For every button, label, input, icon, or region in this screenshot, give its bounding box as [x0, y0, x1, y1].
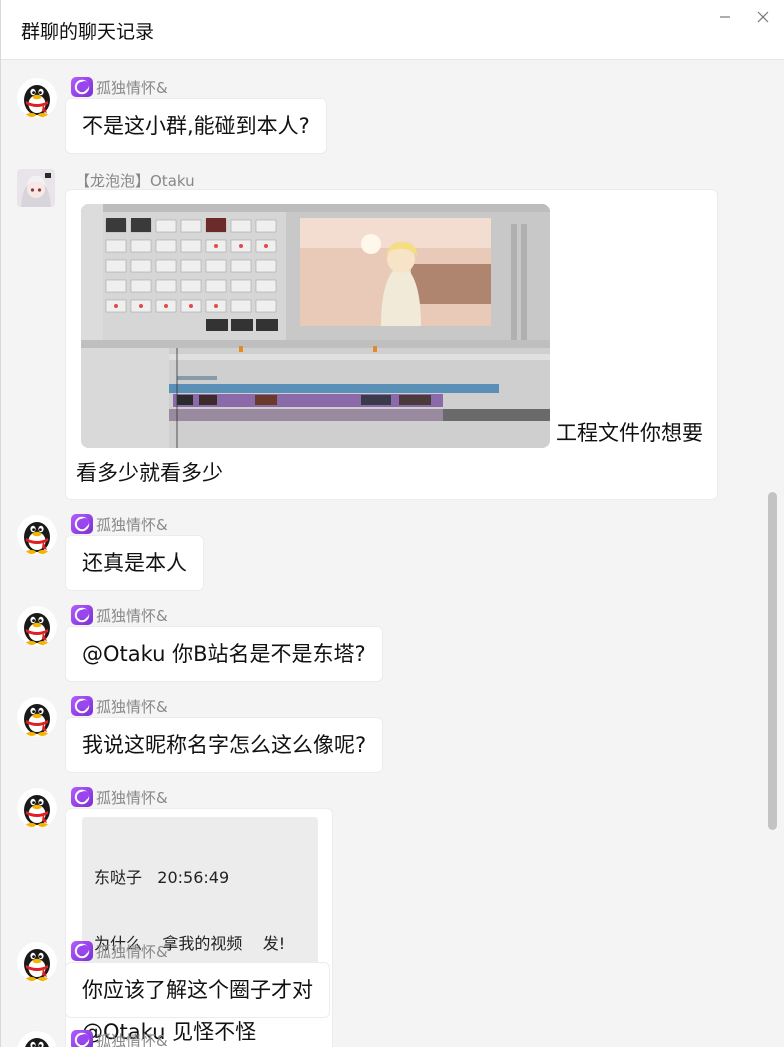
qq-penguin-avatar[interactable] [17, 942, 57, 982]
sender-name: 孤独情怀& [71, 786, 168, 808]
sender-label: 孤独情怀& [96, 788, 168, 807]
message-text-line2: 看多少就看多少 [76, 461, 223, 485]
close-icon[interactable] [751, 6, 775, 28]
qq-penguin-avatar[interactable] [17, 78, 57, 118]
qq-penguin-avatar[interactable] [17, 697, 57, 737]
sender-label: 孤独情怀& [96, 606, 168, 625]
sender-name: 孤独情怀& [71, 76, 168, 98]
minimize-icon[interactable] [713, 6, 737, 28]
sender-name: 孤独情怀& [71, 940, 168, 962]
qq-penguin-avatar[interactable] [17, 515, 57, 555]
member-badge-icon [71, 787, 93, 807]
scrollbar-thumb[interactable] [768, 492, 777, 830]
message-bubble: 还真是本人 [65, 535, 204, 591]
message-bubble: 我说这昵称名字怎么这么像呢? [65, 717, 384, 773]
sender-label: 孤独情怀& [96, 942, 168, 961]
member-badge-icon [71, 605, 93, 625]
window-title: 群聊的聊天记录 [21, 21, 155, 43]
member-badge-icon [71, 77, 93, 97]
member-badge-icon [71, 941, 93, 961]
sender-label: 孤独情怀& [96, 697, 168, 716]
member-badge-icon [71, 696, 93, 716]
sender-label: 【龙泡泡】Otaku [75, 171, 195, 190]
message-bubble: 工程文件你想要 看多少就看多少 [65, 189, 718, 500]
message-text-inline: 工程文件你想要 [556, 421, 703, 445]
sender-label: 孤独情怀& [96, 1031, 168, 1047]
sender-name: 【龙泡泡】Otaku [75, 169, 195, 191]
message-bubble: 你应该了解这个圈子才对 [65, 962, 330, 1018]
sender-name: 孤独情怀& [71, 513, 168, 535]
message-bubble: 不是这小群,能碰到本人? [65, 98, 327, 154]
chat-history-window: 群聊的聊天记录 孤独情怀& 不是这小群,能碰到本人? 【龙泡泡】Otaku 工程… [0, 0, 784, 1047]
message-list[interactable]: 孤独情怀& 不是这小群,能碰到本人? 【龙泡泡】Otaku 工程文件你想要 看多… [1, 61, 784, 1047]
quote-header: 东哒子 20:56:49 [94, 868, 230, 887]
member-badge-icon [71, 514, 93, 534]
title-bar: 群聊的聊天记录 [1, 0, 784, 60]
sender-name: 孤独情怀& [71, 1029, 168, 1047]
qq-penguin-avatar[interactable] [17, 1031, 57, 1047]
message-bubble: @Otaku 你B站名是不是东塔? [65, 626, 383, 682]
qq-penguin-avatar[interactable] [17, 606, 57, 646]
anime-girl-avatar[interactable] [17, 169, 55, 207]
sender-label: 孤独情怀& [96, 515, 168, 534]
video-editor-screenshot[interactable] [81, 204, 550, 448]
member-badge-icon [71, 1030, 93, 1047]
sender-name: 孤独情怀& [71, 604, 168, 626]
sender-label: 孤独情怀& [96, 78, 168, 97]
sender-name: 孤独情怀& [71, 695, 168, 717]
qq-penguin-avatar[interactable] [17, 788, 57, 828]
